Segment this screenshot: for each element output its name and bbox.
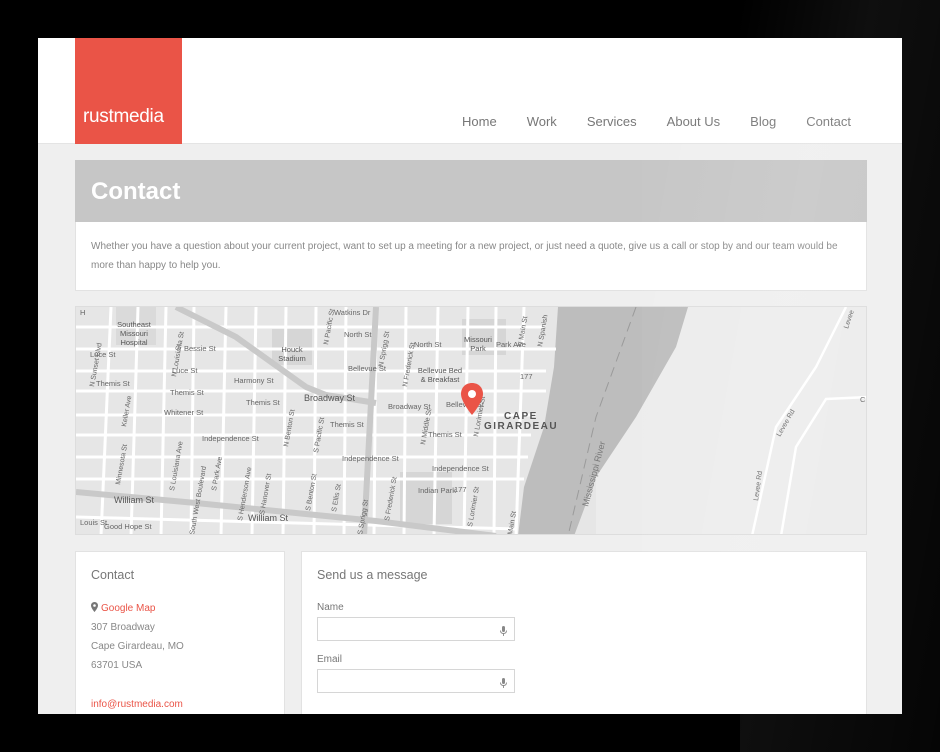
email-link[interactable]: info@rustmedia.com <box>91 699 183 710</box>
nav-home[interactable]: Home <box>462 114 497 129</box>
microphone-icon[interactable] <box>500 676 507 694</box>
svg-text:Independence St: Independence St <box>432 464 490 473</box>
location-map[interactable]: Watkins Dr North St North St Park Ave Be… <box>75 306 867 535</box>
svg-text:Indian Park: Indian Park <box>418 486 456 495</box>
nav-contact[interactable]: Contact <box>806 114 851 129</box>
svg-text:Good Hope St: Good Hope St <box>104 522 152 531</box>
svg-text:Broadway St: Broadway St <box>388 402 431 411</box>
form-title: Send us a message <box>317 568 428 582</box>
svg-text:Missouri: Missouri <box>120 329 148 338</box>
svg-text:Hospital: Hospital <box>120 338 147 347</box>
svg-text:North St: North St <box>344 330 372 339</box>
contact-info-card: Contact Google Map 307 Broadway Cape Gir… <box>75 551 285 714</box>
svg-text:Watkins Dr: Watkins Dr <box>334 308 371 317</box>
svg-text:177: 177 <box>520 372 533 381</box>
svg-text:Independence St: Independence St <box>342 454 400 463</box>
svg-text:H: H <box>80 308 85 317</box>
email-label: Email <box>317 654 343 665</box>
svg-text:Houck: Houck <box>281 345 303 354</box>
address-line-3: 63701 USA <box>91 660 143 671</box>
browser-viewport: rustmedia Home Work Services About Us Bl… <box>38 38 902 714</box>
svg-text:Broadway St: Broadway St <box>304 393 356 403</box>
svg-text:Independence St: Independence St <box>202 434 260 443</box>
contact-card-title: Contact <box>91 568 135 582</box>
svg-text:William St: William St <box>248 513 288 523</box>
svg-text:C: C <box>860 395 866 404</box>
svg-text:Themis St: Themis St <box>428 430 463 439</box>
svg-text:Themis St: Themis St <box>170 388 205 397</box>
address-line-2: Cape Girardeau, MO <box>91 641 184 652</box>
svg-text:Harmony St: Harmony St <box>234 376 275 385</box>
svg-text:William St: William St <box>114 495 154 505</box>
nav-about-us[interactable]: About Us <box>667 114 720 129</box>
svg-text:Themis St: Themis St <box>96 379 131 388</box>
svg-text:Park: Park <box>470 344 486 353</box>
svg-text:GIRARDEAU: GIRARDEAU <box>484 421 558 432</box>
map-pin-icon <box>91 599 98 617</box>
name-field-wrapper <box>317 617 515 641</box>
svg-text:St: St <box>175 344 183 352</box>
email-input[interactable] <box>318 670 514 692</box>
svg-text:Bellevue Bed: Bellevue Bed <box>418 366 462 375</box>
svg-text:Bessie St: Bessie St <box>184 344 217 353</box>
svg-text:Missouri: Missouri <box>464 335 492 344</box>
svg-text:Stadium: Stadium <box>278 354 306 363</box>
svg-text:Southeast: Southeast <box>117 320 152 329</box>
address-line-1: 307 Broadway <box>91 622 155 633</box>
nav-services[interactable]: Services <box>587 114 637 129</box>
svg-text:177: 177 <box>454 485 467 494</box>
name-input[interactable] <box>318 618 514 640</box>
page-title-band: Contact <box>75 160 867 222</box>
google-map-link[interactable]: Google Map <box>101 603 155 614</box>
logo-text: rustmedia <box>83 106 164 127</box>
svg-text:Louis St: Louis St <box>80 518 108 527</box>
intro-panel: Whether you have a question about your c… <box>75 222 867 291</box>
svg-text:Whitener St: Whitener St <box>164 408 204 417</box>
microphone-icon[interactable] <box>500 624 507 642</box>
svg-text:& Breakfast: & Breakfast <box>421 375 461 384</box>
name-label: Name <box>317 602 344 613</box>
page-title: Contact <box>91 178 181 205</box>
svg-text:North St: North St <box>414 340 442 349</box>
logo[interactable]: rustmedia <box>75 38 182 144</box>
svg-text:Themis St: Themis St <box>330 420 365 429</box>
email-field-wrapper <box>317 669 515 693</box>
site-header: rustmedia Home Work Services About Us Bl… <box>38 38 902 144</box>
intro-text: Whether you have a question about your c… <box>91 241 838 271</box>
nav-blog[interactable]: Blog <box>750 114 776 129</box>
nav-work[interactable]: Work <box>527 114 557 129</box>
main-nav: Home Work Services About Us Blog Contact <box>432 114 851 129</box>
message-form-card: Send us a message Name Email <box>301 551 867 714</box>
svg-text:Themis St: Themis St <box>246 398 281 407</box>
